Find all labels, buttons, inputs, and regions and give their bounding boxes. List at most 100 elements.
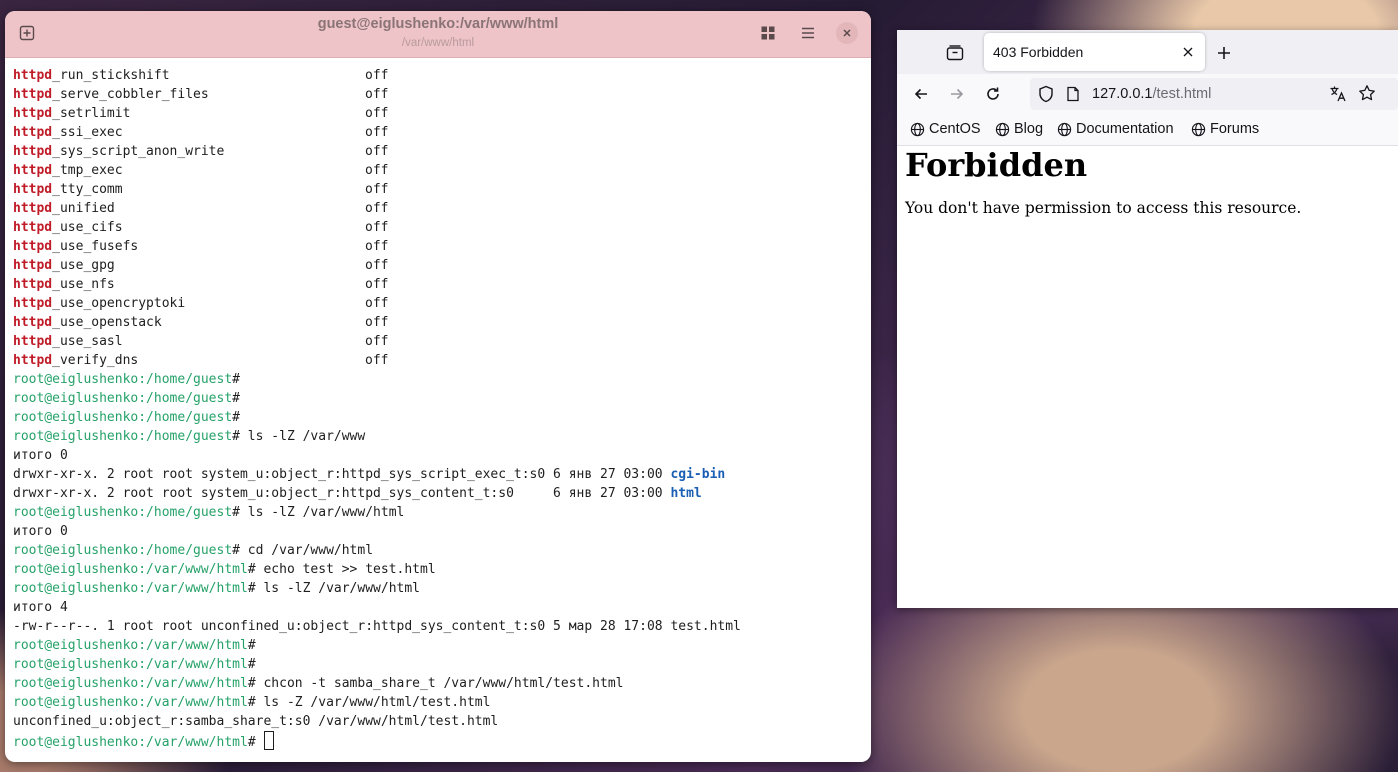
prompt-user: root@eiglushenko [13, 505, 139, 520]
page-info-icon[interactable] [1066, 86, 1080, 107]
boolean-line: httpd_use_opencryptoki off [13, 294, 867, 313]
boolean-suffix: _use_nfs [52, 277, 115, 292]
boolean-name: httpd_use_nfs [13, 275, 365, 294]
tab-active[interactable]: 403 Forbidden [984, 33, 1205, 71]
prompt-path: :/var/www/html [138, 657, 248, 672]
boolean-name: httpd_use_sasl [13, 332, 365, 351]
boolean-value: off [365, 220, 389, 235]
tab-title: 403 Forbidden [993, 44, 1084, 60]
shield-icon[interactable] [1038, 85, 1054, 108]
prompt-line: root@eiglushenko:/var/www/html# echo tes… [13, 560, 867, 579]
prompt-line: root@eiglushenko:/home/guest# [13, 408, 867, 427]
listing-text: drwxr-xr-x. 2 root root system_u:object_… [13, 486, 671, 501]
prompt-line: root@eiglushenko:/home/guest# [13, 389, 867, 408]
page-content: Forbidden You don't have permission to a… [905, 145, 1390, 217]
back-arrow-icon[interactable] [909, 82, 933, 106]
tab-overview-icon[interactable] [755, 20, 781, 46]
boolean-suffix: _use_gpg [52, 258, 115, 273]
tab-close-icon[interactable] [1179, 43, 1197, 61]
boolean-name: httpd_tty_comm [13, 180, 365, 199]
prompt-user: root@eiglushenko [13, 638, 139, 653]
boolean-line: httpd_serve_cobbler_files off [13, 85, 867, 104]
prompt-line: root@eiglushenko:/var/www/html# chcon -t… [13, 674, 867, 693]
boolean-prefix: httpd [13, 106, 53, 121]
boolean-suffix: _tmp_exec [52, 163, 123, 178]
close-icon [843, 29, 851, 37]
prompt-user: root@eiglushenko [13, 410, 139, 425]
boolean-line: httpd_tty_comm off [13, 180, 867, 199]
bookmark-label: CentOS [929, 121, 981, 137]
command-text: # [232, 391, 248, 406]
terminal-window: guest@eiglushenko:/var/www/html /var/www… [5, 11, 871, 762]
boolean-suffix: _tty_comm [52, 182, 123, 197]
command-text: # ls -lZ /var/www/html [232, 505, 405, 520]
command-text: # [232, 410, 248, 425]
boolean-value: off [365, 87, 389, 102]
boolean-value: off [365, 106, 389, 121]
output-line: итого 0 [13, 522, 867, 541]
bookmark-documentation[interactable]: Documentation [1057, 121, 1174, 137]
url-text[interactable]: 127.0.0.1/test.html [1092, 86, 1211, 102]
terminal-output[interactable]: httpd_run_stickshift off httpd_serve_cobbl… [13, 66, 867, 762]
output-line: -rw-r--r--. 1 root root unconfined_u:obj… [13, 617, 867, 636]
menu-icon[interactable] [795, 20, 821, 46]
boolean-value: off [365, 68, 389, 83]
terminal-headerbar: guest@eiglushenko:/var/www/html /var/www… [5, 11, 871, 58]
output-text: итого 4 [13, 600, 68, 615]
boolean-suffix: _serve_cobbler_files [52, 87, 209, 102]
prompt-user: root@eiglushenko [13, 372, 139, 387]
bookmark-label: Blog [1014, 121, 1044, 137]
boolean-prefix: httpd [13, 201, 53, 216]
output-line: итого 4 [13, 598, 867, 617]
boolean-suffix: _use_openstack [52, 315, 162, 330]
text-cursor [264, 731, 275, 750]
boolean-prefix: httpd [13, 334, 53, 349]
bookmark-forums[interactable]: Forums [1191, 121, 1259, 137]
boolean-name: httpd_ssi_exec [13, 123, 365, 142]
prompt-user: root@eiglushenko [13, 695, 139, 710]
close-window-button[interactable] [836, 22, 858, 44]
reload-icon[interactable] [981, 82, 1005, 106]
boolean-value: off [365, 182, 389, 197]
directory-name: cgi-bin [670, 467, 726, 482]
boolean-name: httpd_use_gpg [13, 256, 365, 275]
bookmark-star-icon[interactable] [1358, 84, 1376, 107]
output-line: итого 0 [13, 446, 867, 465]
bookmark-blog[interactable]: Blog [995, 121, 1043, 137]
prompt-line: root@eiglushenko:/var/www/html# ls -Z /v… [13, 693, 867, 712]
boolean-line: httpd_run_stickshift off [13, 66, 867, 85]
boolean-line: httpd_setrlimit off [13, 104, 867, 123]
prompt-user: root@eiglushenko [13, 735, 139, 750]
prompt-path: :/var/www/html [138, 638, 248, 653]
prompt-path: :/home/guest [138, 543, 233, 558]
prompt-user: root@eiglushenko [13, 543, 139, 558]
command-text: # ls -lZ /var/www [232, 429, 366, 444]
globe-icon [1191, 122, 1206, 136]
prompt-path: :/home/guest [138, 505, 233, 520]
url-bar[interactable]: 127.0.0.1/test.html [1030, 78, 1398, 110]
boolean-name: httpd_use_fusefs [13, 237, 365, 256]
firefox-view-icon[interactable] [944, 42, 966, 64]
boolean-line: httpd_verify_dns off [13, 351, 867, 370]
translate-icon[interactable] [1329, 85, 1347, 108]
prompt-user: root@eiglushenko [13, 581, 139, 596]
prompt-path: :/var/www/html [138, 581, 248, 596]
boolean-name: httpd_tmp_exec [13, 161, 365, 180]
globe-icon [995, 122, 1010, 136]
boolean-line: httpd_ssi_exec off [13, 123, 867, 142]
boolean-value: off [365, 296, 389, 311]
new-tab-plus-icon[interactable] [1214, 43, 1234, 63]
boolean-name: httpd_unified [13, 199, 365, 218]
current-prompt-line[interactable]: root@eiglushenko:/var/www/html# [13, 731, 867, 750]
command-text: # ls -Z /var/www/html/test.html [247, 695, 491, 710]
prompt-line: root@eiglushenko:/home/guest# [13, 370, 867, 389]
forward-arrow-icon[interactable] [945, 82, 969, 106]
boolean-name: httpd_serve_cobbler_files [13, 85, 365, 104]
navigation-toolbar: 127.0.0.1/test.html [897, 74, 1398, 114]
bookmark-centos[interactable]: CentOS [910, 121, 981, 137]
prompt-user: root@eiglushenko [13, 562, 139, 577]
prompt-symbol: # [247, 735, 264, 750]
prompt-path: :/home/guest [138, 372, 233, 387]
boolean-suffix: _sys_script_anon_write [52, 144, 225, 159]
boolean-line: httpd_tmp_exec off [13, 161, 867, 180]
